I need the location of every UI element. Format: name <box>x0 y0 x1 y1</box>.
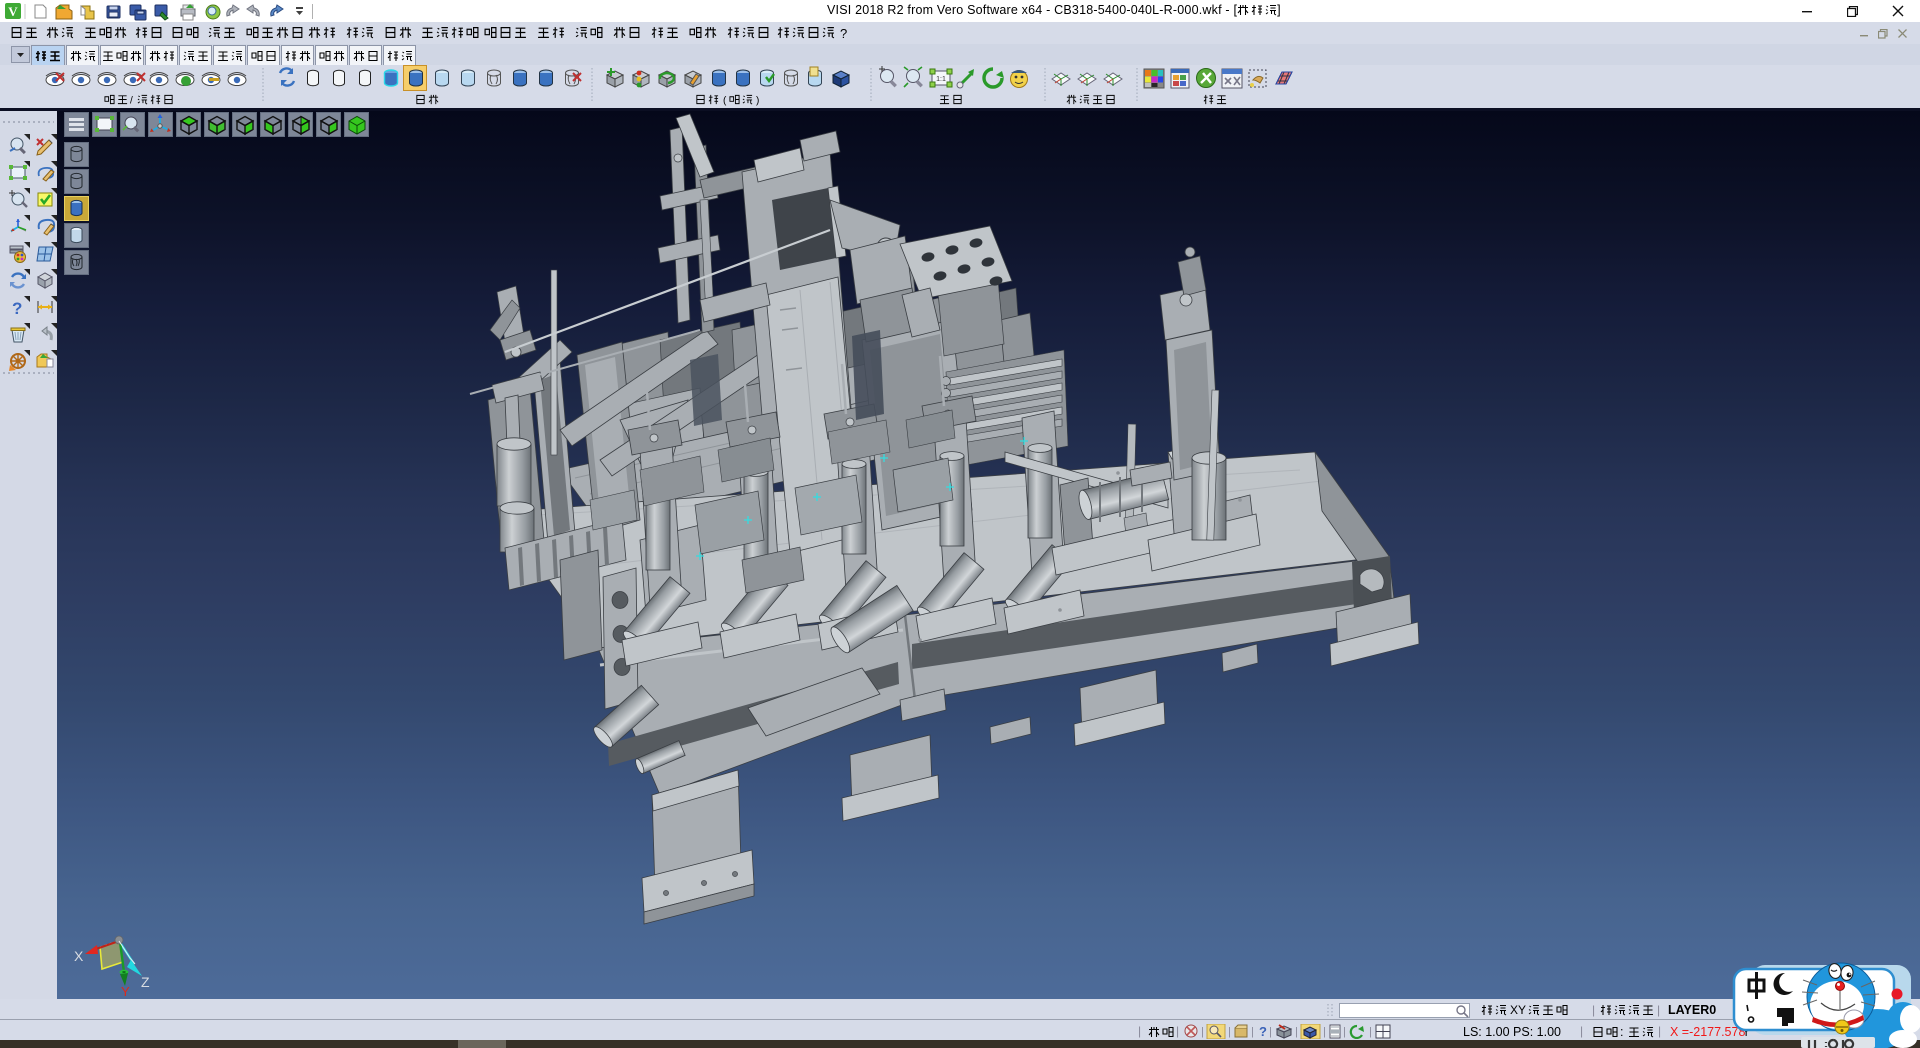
svg-text:(: ( <box>723 96 727 107</box>
svg-text:X: X <box>74 948 84 964</box>
svg-text:|: | <box>1201 1026 1204 1038</box>
svg-text:|: | <box>1295 1026 1298 1038</box>
svg-text:/: / <box>130 96 133 107</box>
svg-text:|: | <box>1369 1026 1372 1038</box>
svg-text:|: | <box>1269 1026 1272 1038</box>
svg-text:|: | <box>1251 1026 1254 1038</box>
svg-text:): ) <box>756 96 759 107</box>
svg-text:?: ? <box>12 299 22 318</box>
svg-text:?: ? <box>1259 1024 1267 1039</box>
svg-text:1:1: 1:1 <box>936 76 946 83</box>
svg-text:|: | <box>1323 1026 1326 1038</box>
svg-text:V: V <box>8 4 18 19</box>
svg-text:Z: Z <box>141 974 150 990</box>
svg-text:|: | <box>1343 1026 1346 1038</box>
svg-text:Y: Y <box>121 984 130 999</box>
svg-text:|: | <box>1228 1026 1231 1038</box>
